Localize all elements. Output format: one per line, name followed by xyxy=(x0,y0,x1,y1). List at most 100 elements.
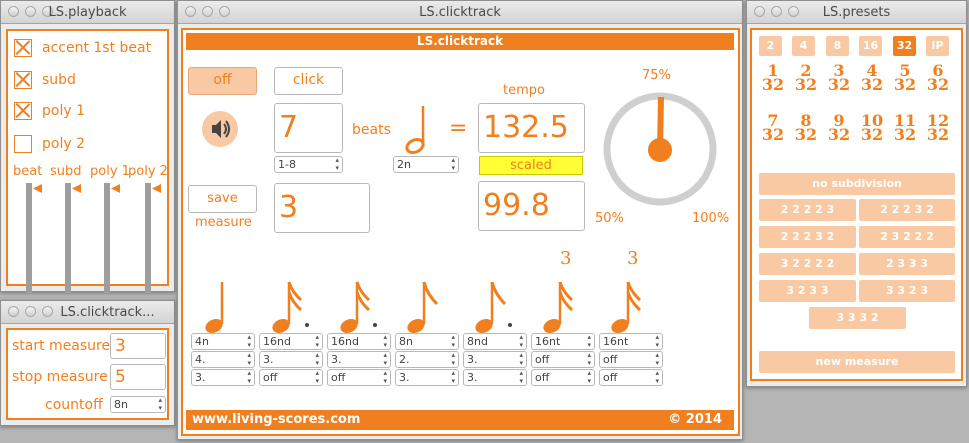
pattern-button-22232-b[interactable]: 2 2 2 3 2 xyxy=(759,226,856,248)
close-window-button[interactable] xyxy=(8,306,19,317)
accent-checkbox[interactable] xyxy=(14,39,32,57)
speaker-icon[interactable] xyxy=(202,111,238,147)
poly2-slider-handle[interactable] xyxy=(152,184,161,193)
poly2-volume-slider[interactable] xyxy=(145,183,151,293)
rhythm-menu-c4-r2[interactable]: 2. xyxy=(395,351,459,368)
pattern-button-22223[interactable]: 2 2 2 2 3 xyxy=(759,199,856,221)
rhythm-menu-c1-r2[interactable]: 4. xyxy=(191,351,255,368)
measure-input[interactable]: 3 xyxy=(274,183,370,233)
minimize-window-button[interactable] xyxy=(25,306,36,317)
rhythm-menu-c3-r3[interactable]: off xyxy=(327,369,391,386)
rhythm-menu-c3-r2[interactable]: 3. xyxy=(327,351,391,368)
ip-button[interactable]: IP xyxy=(926,36,949,56)
rhythm-menu-c3-r1[interactable]: 16nd xyxy=(327,333,391,350)
stop-measure-input[interactable]: 5 xyxy=(110,364,166,390)
website-link[interactable]: www.living-scores.com xyxy=(192,412,360,427)
rhythm-menu-c2-r3[interactable]: off xyxy=(259,369,323,386)
time-sig-3-32[interactable]: 3 32 xyxy=(824,63,854,94)
rhythm-menu-c7-r3[interactable]: off xyxy=(599,369,663,386)
scaled-tempo-value: 99.8 xyxy=(483,188,550,223)
equals-sign: = xyxy=(449,116,468,141)
subd-volume-slider[interactable] xyxy=(65,183,71,293)
pattern-button-2333[interactable]: 2 3 3 3 xyxy=(859,253,955,275)
poly2-checkbox[interactable] xyxy=(14,135,32,153)
countoff-menu[interactable]: 8n xyxy=(110,396,166,413)
beats-value: 7 xyxy=(279,110,299,145)
rhythm-menu-c6-r1[interactable]: 16nt xyxy=(531,333,595,350)
title-bar[interactable]: LS.clicktrack xyxy=(178,1,742,24)
sixteenth-triplet-note-icon xyxy=(543,281,574,334)
triplet-marker-2: 3 xyxy=(627,248,639,269)
time-sig-5-32[interactable]: 5 32 xyxy=(890,63,920,93)
title-bar[interactable]: LS.presets xyxy=(747,1,966,24)
rhythm-menu-c5-r3[interactable]: 3. xyxy=(463,369,527,386)
new-measure-button[interactable]: new measure xyxy=(759,351,955,373)
time-sig-4-32[interactable]: 4 32 xyxy=(857,63,887,93)
rhythm-menu-c2-r2[interactable]: 3. xyxy=(259,351,323,368)
time-sig-8-32[interactable]: 8 32 xyxy=(791,113,821,143)
time-sig-denominator: 32 xyxy=(926,75,950,94)
eighth-note-icon xyxy=(407,281,439,334)
pattern-button-3332[interactable]: 3 3 3 2 xyxy=(809,307,906,329)
denominator-32-button[interactable]: 32 xyxy=(893,36,916,56)
pattern-button-3323[interactable]: 3 3 2 3 xyxy=(859,280,955,302)
pattern-button-23222[interactable]: 2 3 2 2 2 xyxy=(859,226,955,248)
rhythm-menu-c7-r2[interactable]: off xyxy=(599,351,663,368)
off-button[interactable]: off xyxy=(188,67,257,95)
rhythm-menu-c4-r3[interactable]: 3. xyxy=(395,369,459,386)
time-sig-2-32[interactable]: 2 32 xyxy=(791,63,821,93)
time-sig-7-32[interactable]: 7 32 xyxy=(758,113,788,143)
time-sig-10-32[interactable]: 10 32 xyxy=(857,113,887,143)
click-button[interactable]: click xyxy=(274,67,343,95)
time-sig-denominator: 32 xyxy=(893,125,917,144)
time-sig-12-32[interactable]: 12 32 xyxy=(923,113,953,143)
denominator-8-button[interactable]: 8 xyxy=(826,36,849,56)
denominator-4-button[interactable]: 4 xyxy=(792,36,815,56)
denominator-16-button[interactable]: 16 xyxy=(859,36,882,56)
subd-checkbox[interactable] xyxy=(14,71,32,89)
beats-input[interactable]: 7 xyxy=(274,103,343,153)
no-subdivision-button[interactable]: no subdivision xyxy=(759,173,955,195)
rhythm-menu-c1-r3[interactable]: 3. xyxy=(191,369,255,386)
note-value-menu[interactable]: 2n xyxy=(393,156,459,173)
rhythm-menu-c5-r1[interactable]: 8nd xyxy=(463,333,527,350)
time-sig-denominator: 32 xyxy=(827,75,851,94)
title-bar[interactable]: LS.clicktrack... xyxy=(1,301,174,324)
tempo-input[interactable]: 132.5 xyxy=(478,103,585,153)
rhythm-menu-c4-r1[interactable]: 8n xyxy=(395,333,459,350)
clicktrack-panel: LS.clicktrack off click 7 beats 1-8 = 2n… xyxy=(181,28,740,436)
presets-window: LS.presets 2 4 8 16 32 IP 1 32 2 32 3 32 43… xyxy=(746,0,967,387)
denominator-2-button[interactable]: 2 xyxy=(759,36,782,56)
scaled-toggle[interactable]: scaled xyxy=(479,156,583,175)
poly1-checkbox[interactable] xyxy=(14,102,32,120)
beats-range-menu[interactable]: 1-8 xyxy=(274,156,343,173)
pattern-button-3233[interactable]: 3 2 3 3 xyxy=(759,280,856,302)
tempo-scale-dial[interactable] xyxy=(598,87,722,211)
rhythm-menu-c5-r2[interactable]: 3. xyxy=(463,351,527,368)
save-button[interactable]: save xyxy=(188,185,257,213)
start-measure-input[interactable]: 3 xyxy=(110,333,166,359)
pattern-button-32222[interactable]: 3 2 2 2 2 xyxy=(759,253,856,275)
measure-label: measure xyxy=(195,215,252,230)
time-sig-6-32[interactable]: 6 32 xyxy=(923,63,953,94)
title-bar[interactable]: LS.playback xyxy=(1,1,174,24)
dotted-eighth-note-icon xyxy=(475,281,512,334)
window-title: LS.playback xyxy=(48,5,127,20)
rhythm-menu-c1-r1[interactable]: 4n xyxy=(191,333,255,350)
time-sig-1-32[interactable]: 1 32 xyxy=(758,63,788,93)
rhythm-menu-c7-r1[interactable]: 16nt xyxy=(599,333,663,350)
time-sig-9-32[interactable]: 9 32 xyxy=(824,113,854,143)
time-sig-11-32[interactable]: 11 32 xyxy=(890,113,920,144)
slider-label-poly1: poly 1 xyxy=(90,164,130,179)
half-note-icon xyxy=(405,106,425,155)
rhythm-menu-c6-r3[interactable]: off xyxy=(531,369,595,386)
poly1-slider-handle[interactable] xyxy=(111,184,120,193)
window-title: LS.presets xyxy=(822,5,891,20)
rhythm-menu-c6-r2[interactable]: off xyxy=(531,351,595,368)
poly1-volume-slider[interactable] xyxy=(104,183,110,293)
beat-volume-slider[interactable] xyxy=(26,183,32,293)
beat-slider-handle[interactable] xyxy=(33,184,42,193)
rhythm-menu-c2-r1[interactable]: 16nd xyxy=(259,333,323,350)
pattern-button-22232[interactable]: 2 2 2 3 2 xyxy=(859,199,955,221)
subd-slider-handle[interactable] xyxy=(72,184,81,193)
